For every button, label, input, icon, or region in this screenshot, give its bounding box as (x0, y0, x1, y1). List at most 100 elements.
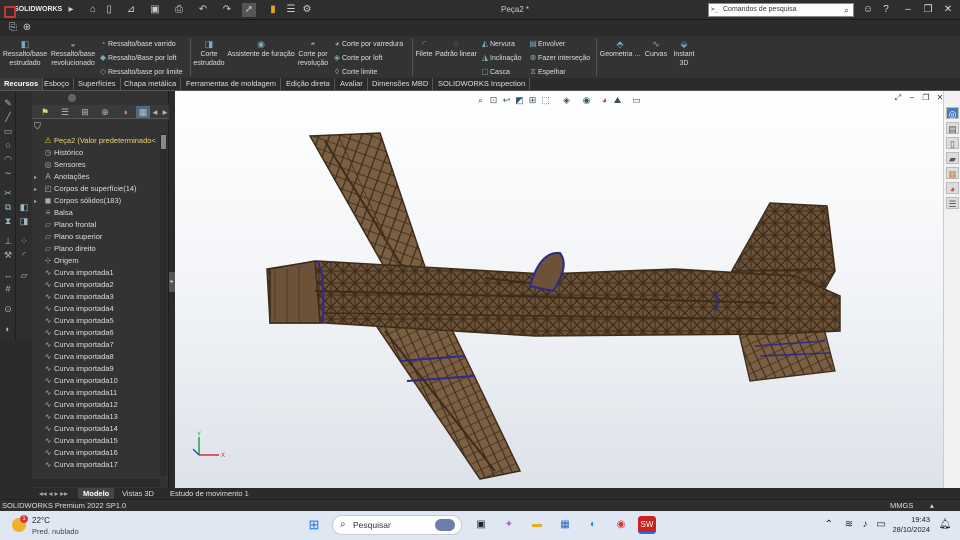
tree-item[interactable]: ∿ Curva importada16 (34, 447, 159, 459)
search-icon[interactable]: ⌕ (844, 4, 849, 16)
view-palette-icon[interactable]: ▦ (946, 167, 959, 179)
curves-button[interactable]: ∿ Curvas (642, 39, 670, 59)
graphics-area[interactable]: ⌕ ⊡ ↩ ◩ ⊞ ⬚ ◈ ◉ ◕ ⛰ ▭ ⤢ – ❐ ✕ Y X (175, 91, 943, 488)
tree-item[interactable]: ∿ Curva importada13 (34, 411, 159, 423)
grid-icon[interactable]: # (2, 283, 14, 295)
solidworks-app-icon[interactable]: SW (638, 516, 656, 534)
tree-item[interactable]: ∿ Curva importada10 (34, 375, 159, 387)
expand-arrow-icon[interactable]: ▸ (34, 196, 42, 207)
tree-item[interactable]: ∿ Curva importada17 (34, 459, 159, 471)
boundary-boss-button[interactable]: ◇ Ressalto/base por limite (98, 67, 190, 77)
options-gear-icon[interactable]: ⚙ (300, 3, 314, 17)
tree-item[interactable]: ▱ Plano direito (34, 243, 159, 255)
repair-icon[interactable]: ⚒ (2, 249, 14, 261)
offset-icon[interactable]: ⧉ (2, 201, 14, 213)
display-manager-tab-icon[interactable]: ◑ (118, 106, 132, 118)
tree-item[interactable]: ⊹ Origem (34, 255, 159, 267)
close-button[interactable]: ✕ (938, 2, 958, 18)
home-icon[interactable]: ⌂ (86, 3, 100, 17)
taskbar-search[interactable]: ⌕ Pesquisar (332, 515, 462, 535)
reference-geometry-button[interactable]: ⬘ Geometria ... (598, 39, 642, 59)
file-properties-icon[interactable]: ☰ (284, 3, 298, 17)
mirror-button[interactable]: ⧖ Espelhar (528, 67, 596, 77)
notifications-icon[interactable]: 🔔︎ (936, 516, 954, 534)
tree-item[interactable]: ∿ Curva importada5 (34, 315, 159, 327)
tree-item[interactable]: ∿ Curva importada3 (34, 291, 159, 303)
pattern-icon[interactable]: ⁘ (18, 235, 30, 247)
appearances-icon[interactable]: ◕ (946, 182, 959, 194)
instant3d-button[interactable]: ⬙ Instant 3D (670, 39, 698, 68)
dimension-icon[interactable]: ↔ (2, 269, 14, 281)
relations-icon[interactable]: ⊥ (2, 235, 14, 247)
snap-icon[interactable]: ⊙ (2, 303, 14, 315)
traffic-light-icon[interactable]: ▮ (266, 3, 280, 17)
solidworks-logo[interactable]: SOLIDWORKS (2, 3, 62, 18)
restore-button[interactable]: ❐ (918, 2, 938, 18)
tree-item[interactable]: ≡ Balsa (34, 207, 159, 219)
user-icon[interactable]: ☺ (858, 2, 878, 18)
tab-solidworks-inspection[interactable]: SOLIDWORKS Inspection (434, 78, 531, 90)
fillet-small-icon[interactable]: ◜ (18, 249, 30, 261)
swept-boss-button[interactable]: ◔ Ressalto/base varrido (98, 39, 190, 49)
nav-arrows-icon[interactable]: ◂◂ ◂ ▸ ▸▸ (34, 488, 73, 499)
tree-item[interactable]: ▸ ◰ Corpos de superfície(14) (34, 183, 159, 195)
dimxpert-tab-icon[interactable]: ⊕ (98, 106, 112, 118)
windows-start-icon[interactable]: ⊞ (305, 516, 323, 534)
expand-arrow-icon[interactable]: ▸ (34, 172, 42, 183)
rib-button[interactable]: ◭ Nervura (480, 39, 526, 49)
tray-chevron-icon[interactable]: ⌃ (820, 516, 838, 534)
tree-item[interactable]: ∿ Curva importada12 (34, 399, 159, 411)
property-manager-tab-icon[interactable]: ☰ (58, 106, 72, 118)
rectangle-icon[interactable]: ▭ (2, 125, 14, 137)
new-document-icon[interactable]: ▯ (102, 3, 116, 17)
tab-surfaces[interactable]: Superfícies (74, 78, 121, 90)
tree-item[interactable]: ∿ Curva importada15 (34, 435, 159, 447)
folder-icon[interactable]: ▰ (946, 152, 959, 164)
extruded-cut-button[interactable]: ◨ Corte estrudado (192, 39, 226, 68)
select-icon[interactable]: ➚ (242, 3, 256, 17)
arc-icon[interactable]: ◠ (2, 153, 14, 165)
filter-icon[interactable]: ⛉ (34, 121, 46, 133)
revolved-boss-button[interactable]: ◒ Ressalto/base revolucionado (48, 39, 98, 68)
tree-item[interactable]: ▱ Plano superior (34, 231, 159, 243)
command-search-input[interactable]: Comandos de pesquisa ⌕ (708, 3, 854, 17)
tree-item[interactable]: ∿ Curva importada14 (34, 423, 159, 435)
tab-evaluate[interactable]: Avaliar (336, 78, 368, 90)
tree-horizontal-scrollbar[interactable] (32, 479, 160, 487)
tree-item[interactable]: ∿ Curva importada9 (34, 363, 159, 375)
feature-tree-tab-icon[interactable]: ⚑ (38, 106, 52, 118)
tree-item[interactable]: ◎ Sensores (34, 159, 159, 171)
tree-item[interactable]: ∿ Curva importada6 (34, 327, 159, 339)
intersect-button[interactable]: ⊗ Fazer interseção (528, 53, 596, 63)
design-library-icon[interactable]: ▤ (946, 122, 959, 134)
tree-vertical-scrollbar[interactable] (160, 133, 167, 476)
shell-button[interactable]: ▢Casca (480, 67, 526, 77)
save-icon[interactable]: ▣ (148, 3, 162, 17)
spline-icon[interactable]: ∼ (2, 167, 14, 179)
tab-features[interactable]: Recursos (0, 78, 44, 90)
circle-icon[interactable]: ○ (2, 139, 14, 151)
tree-item[interactable]: ∿ Curva importada8 (34, 351, 159, 363)
task-view-icon[interactable]: ▣ (472, 516, 490, 534)
file-explorer-app-icon[interactable]: ▬ (528, 516, 546, 534)
airplane-model[interactable]: Y X (175, 91, 943, 488)
minimize-button[interactable]: – (898, 2, 918, 18)
mirror-entities-icon[interactable]: ⧗ (2, 215, 14, 227)
menu-expand-icon[interactable]: ▸ (64, 3, 78, 17)
tab-3d-views[interactable]: Vistas 3D (117, 488, 159, 499)
lofted-cut-button[interactable]: ◈ Corte por loft (332, 53, 412, 63)
configuration-manager-tab-icon[interactable]: ⊞ (78, 106, 92, 118)
tree-item[interactable]: ▸ ◼ Corpos sólidos(183) (34, 195, 159, 207)
collaboration-icon[interactable]: ⊕ (20, 21, 34, 35)
tree-item[interactable]: ∿ Curva importada2 (34, 279, 159, 291)
display-icon[interactable]: ◐ (2, 323, 14, 335)
tree-item[interactable]: ▱ Plano frontal (34, 219, 159, 231)
chrome-icon[interactable]: ◉ (612, 516, 630, 534)
tree-item[interactable]: ∿ Curva importada7 (34, 339, 159, 351)
redo-icon[interactable]: ↷ (220, 3, 234, 17)
copilot-icon[interactable]: ✦ (500, 516, 518, 534)
plane-small-icon[interactable]: ▱ (18, 269, 30, 281)
boundary-cut-button[interactable]: ◊ Corte limite (332, 67, 412, 77)
swept-cut-button[interactable]: ◕ Corte por varredura (332, 39, 412, 49)
clock[interactable]: 19:43 28/10/2024 (888, 515, 930, 535)
